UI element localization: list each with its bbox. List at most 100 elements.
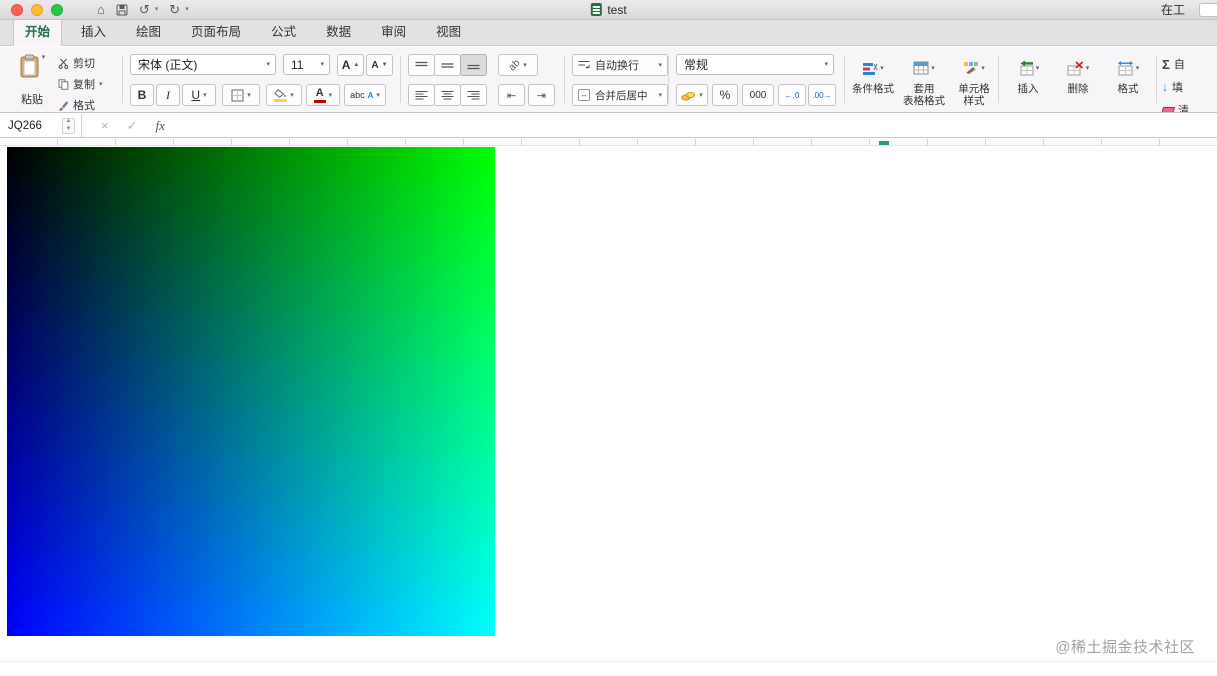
font-color-button[interactable]: A ▾ bbox=[306, 84, 340, 106]
comma-style-button[interactable]: 000 bbox=[742, 84, 774, 106]
home-icon[interactable]: ⌂ bbox=[97, 2, 105, 17]
copy-button[interactable]: 复制 ▾ bbox=[58, 75, 103, 93]
align-top-button[interactable] bbox=[408, 54, 435, 76]
name-box-stepper[interactable]: ▲ ▼ bbox=[62, 117, 75, 134]
delete-cells-button[interactable]: ▾ 删除 bbox=[1054, 56, 1102, 95]
merge-center-button[interactable]: ↔ 合并后居中 ▾ bbox=[572, 84, 668, 106]
font-family-select[interactable]: 宋体 (正文) ▾ bbox=[130, 54, 276, 75]
cut-button[interactable]: 剪切 bbox=[58, 54, 95, 72]
cell-styles-icon bbox=[963, 61, 979, 75]
underline-button[interactable]: U ▾ bbox=[182, 84, 216, 106]
paste-label: 粘贴 bbox=[21, 94, 43, 106]
ribbon: ▾ 粘贴 剪切 复制 ▾ 格式 宋体 (正文) ▾ 11 ▾ A ▲ A ▼ B… bbox=[0, 47, 1217, 113]
chevron-down-icon: ▾ bbox=[290, 91, 294, 99]
chevron-down-icon: ▾ bbox=[1135, 64, 1140, 72]
name-box-value: JQ266 bbox=[8, 119, 42, 132]
autosum-button[interactable]: Σ 自 bbox=[1162, 55, 1185, 73]
tab-review[interactable]: 审阅 bbox=[370, 17, 417, 45]
chevron-down-icon: ▾ bbox=[1035, 64, 1040, 72]
chevron-down-icon: ▾ bbox=[523, 61, 527, 69]
conditional-formatting-button[interactable]: ▾ 条件格式 bbox=[850, 56, 896, 95]
delete-cells-icon bbox=[1067, 60, 1084, 76]
name-box[interactable]: JQ266 bbox=[0, 114, 62, 137]
cell-styles-label-line2: 样式 bbox=[963, 95, 985, 108]
tab-view[interactable]: 视图 bbox=[425, 17, 472, 45]
minimize-window-button[interactable] bbox=[31, 3, 43, 16]
phonetic-guide-button[interactable]: abc A ▾ bbox=[344, 84, 386, 106]
fill-button[interactable]: ↓ 填 bbox=[1162, 78, 1183, 96]
align-bottom-button[interactable] bbox=[460, 54, 487, 76]
text-orientation-button[interactable]: ab ▾ bbox=[498, 54, 538, 76]
insert-cells-button[interactable]: ▾ 插入 bbox=[1004, 56, 1052, 95]
decrease-indent-button[interactable]: ⇤ bbox=[498, 84, 525, 106]
accounting-format-button[interactable]: ▾ bbox=[676, 84, 708, 106]
close-window-button[interactable] bbox=[11, 3, 23, 16]
align-center-button[interactable] bbox=[434, 84, 461, 106]
redo-icon[interactable]: ↻ bbox=[169, 2, 180, 18]
paste-button[interactable]: ▾ 粘贴 bbox=[14, 52, 50, 109]
tab-data[interactable]: 数据 bbox=[315, 17, 362, 45]
format-painter-button[interactable]: 格式 bbox=[58, 96, 95, 114]
cancel-entry-icon[interactable]: × bbox=[101, 118, 109, 133]
number-group: 常规 ▾ ▾ % 000 ←.0 .00→ bbox=[674, 47, 840, 112]
decrease-decimal-button[interactable]: .00→ bbox=[808, 84, 836, 106]
italic-label: I bbox=[166, 87, 170, 102]
font-size-select[interactable]: 11 ▾ bbox=[283, 54, 330, 75]
tab-formulas[interactable]: 公式 bbox=[260, 17, 307, 45]
percent-style-button[interactable]: % bbox=[712, 84, 738, 106]
increase-indent-button[interactable]: ⇥ bbox=[528, 84, 555, 106]
toolbar-options-chevron-icon[interactable]: ▾ bbox=[185, 6, 189, 13]
borders-button[interactable]: ▾ bbox=[222, 84, 260, 106]
gradient-image[interactable] bbox=[7, 147, 495, 636]
copy-label: 复制 bbox=[73, 79, 95, 91]
worksheet-canvas[interactable]: @稀土掘金技术社区 bbox=[0, 147, 1217, 676]
wrap-merge-group: 自动换行 ▾ ↔ 合并后居中 ▾ bbox=[570, 47, 670, 112]
wrap-text-button[interactable]: 自动换行 ▾ bbox=[572, 54, 668, 76]
chevron-down-icon: ▾ bbox=[266, 61, 270, 68]
cell-styles-button[interactable]: ▾ 单元格 样式 bbox=[952, 56, 996, 107]
cell-styles-label-line1: 单元格 bbox=[958, 83, 990, 95]
clear-button[interactable]: 清 bbox=[1162, 101, 1189, 112]
align-left-icon bbox=[415, 90, 428, 100]
insert-cells-label: 插入 bbox=[1017, 83, 1039, 95]
tab-page-layout[interactable]: 页面布局 bbox=[180, 17, 252, 45]
align-left-button[interactable] bbox=[408, 84, 435, 106]
format-cells-button[interactable]: ▾ 格式 bbox=[1104, 56, 1152, 95]
conditional-formatting-label: 条件格式 bbox=[852, 83, 894, 95]
zoom-window-button[interactable] bbox=[51, 3, 63, 16]
grow-font-button[interactable]: A ▲ bbox=[337, 54, 364, 76]
italic-button[interactable]: I bbox=[156, 84, 180, 106]
font-size-value: 11 bbox=[291, 57, 304, 72]
align-right-button[interactable] bbox=[460, 84, 487, 106]
formula-input[interactable] bbox=[174, 114, 1217, 137]
delete-cells-label: 删除 bbox=[1067, 83, 1089, 95]
format-as-table-button[interactable]: ▾ 套用 表格格式 bbox=[898, 56, 950, 107]
undo-chevron-icon[interactable]: ▾ bbox=[155, 6, 159, 13]
font-color-letter: A bbox=[315, 86, 324, 99]
phonetic-label: abc bbox=[350, 90, 365, 100]
bold-button[interactable]: B bbox=[130, 84, 154, 106]
number-format-select[interactable]: 常规 ▾ bbox=[676, 54, 834, 75]
shrink-font-button[interactable]: A ▼ bbox=[366, 54, 393, 76]
insert-cells-icon bbox=[1017, 60, 1034, 76]
text-orientation-icon: ab bbox=[506, 57, 523, 73]
align-right-icon bbox=[467, 90, 480, 100]
editing-group: Σ 自 ↓ 填 清 bbox=[1162, 47, 1217, 112]
column-headers-strip[interactable] bbox=[0, 139, 1217, 146]
increase-decimal-button[interactable]: ←.0 bbox=[778, 84, 806, 106]
enter-entry-icon[interactable]: ✓ bbox=[127, 118, 138, 134]
insert-function-button[interactable]: fx bbox=[156, 118, 165, 134]
tab-home[interactable]: 开始 bbox=[13, 16, 63, 46]
fill-color-button[interactable]: ▾ bbox=[266, 84, 302, 106]
save-icon[interactable] bbox=[116, 4, 128, 16]
format-as-table-icon bbox=[913, 61, 929, 75]
tab-draw[interactable]: 绘图 bbox=[125, 17, 172, 45]
eraser-icon bbox=[1162, 106, 1176, 112]
merge-center-label: 合并后居中 bbox=[595, 89, 648, 102]
tab-insert[interactable]: 插入 bbox=[70, 17, 117, 45]
name-box-divider bbox=[81, 114, 82, 137]
align-middle-button[interactable] bbox=[434, 54, 461, 76]
ribbon-tab-bar: 开始 插入 绘图 页面布局 公式 数据 审阅 视图 bbox=[0, 16, 1217, 46]
titlebar-right-button[interactable] bbox=[1199, 3, 1217, 17]
undo-icon[interactable]: ↺ bbox=[139, 2, 150, 18]
